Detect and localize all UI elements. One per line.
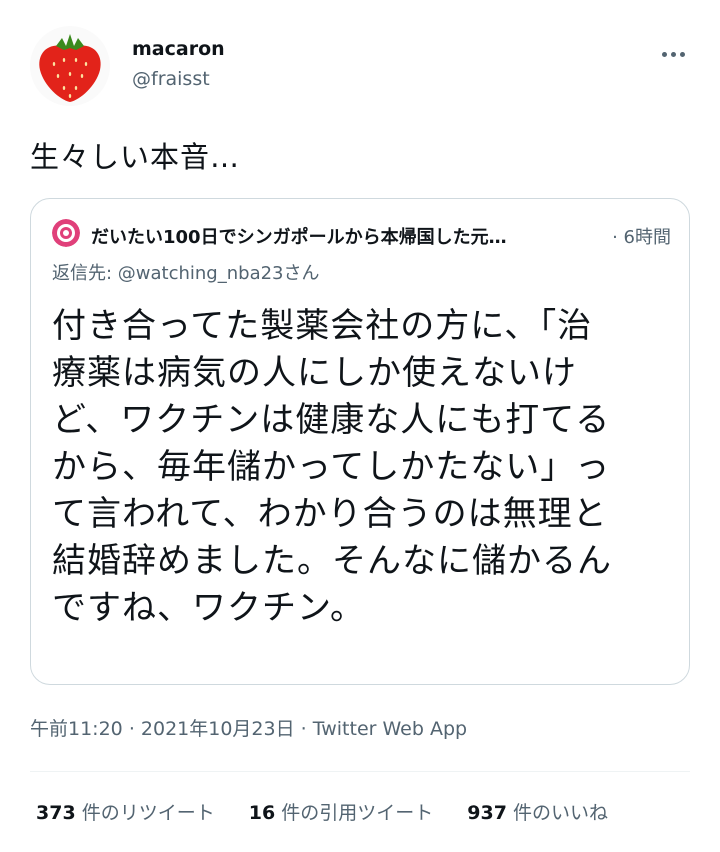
quotes-label: 件の引用ツイート: [281, 802, 434, 824]
quote-author-name[interactable]: だいたい100日でシンガポールから本帰国した元…: [91, 223, 507, 249]
meta-separator: ·: [300, 718, 307, 740]
author-handle[interactable]: @fraisst: [132, 68, 210, 90]
pink-avatar-icon: [52, 219, 80, 247]
quote-reply-to: 返信先: @watching_nba23さん: [52, 263, 320, 284]
quote-time[interactable]: · 6時間: [612, 223, 671, 249]
retweets-count: 373: [36, 802, 76, 824]
likes-count: 937: [467, 802, 507, 824]
tweet-stats: 373 件のリツイート 16 件の引用ツイート 937 件のいいね: [36, 798, 608, 825]
author-name[interactable]: macaron: [132, 38, 225, 60]
meta-separator: ·: [128, 718, 135, 740]
tweet-text: 生々しい本音…: [30, 140, 241, 174]
quoted-tweet[interactable]: だいたい100日でシンガポールから本帰国した元… · 6時間 返信先: @wat…: [30, 198, 690, 685]
tweet-source[interactable]: Twitter Web App: [313, 718, 467, 740]
quotes-count: 16: [248, 802, 276, 824]
likes-label: 件のいいね: [512, 802, 608, 824]
quote-author-avatar[interactable]: [52, 219, 80, 247]
tweet-date[interactable]: 2021年10月23日: [141, 718, 295, 740]
retweets-stat[interactable]: 373 件のリツイート: [36, 798, 215, 825]
likes-stat[interactable]: 937 件のいいね: [467, 798, 608, 825]
tweet-time[interactable]: 午前11:20: [30, 718, 123, 740]
quotes-stat[interactable]: 16 件の引用ツイート: [249, 798, 434, 825]
author-avatar[interactable]: [30, 26, 110, 106]
divider: [30, 771, 690, 772]
tweet-meta: 午前11:20 · 2021年10月23日 · Twitter Web App: [30, 714, 467, 741]
retweets-label: 件のリツイート: [81, 802, 215, 824]
more-dots-icon[interactable]: [658, 44, 688, 64]
strawberry-icon: [39, 34, 101, 102]
quote-text: 付き合ってた製薬会社の方に、「治 療薬は病気の人にしか使えないけ ど、ワクチンは…: [52, 306, 612, 628]
